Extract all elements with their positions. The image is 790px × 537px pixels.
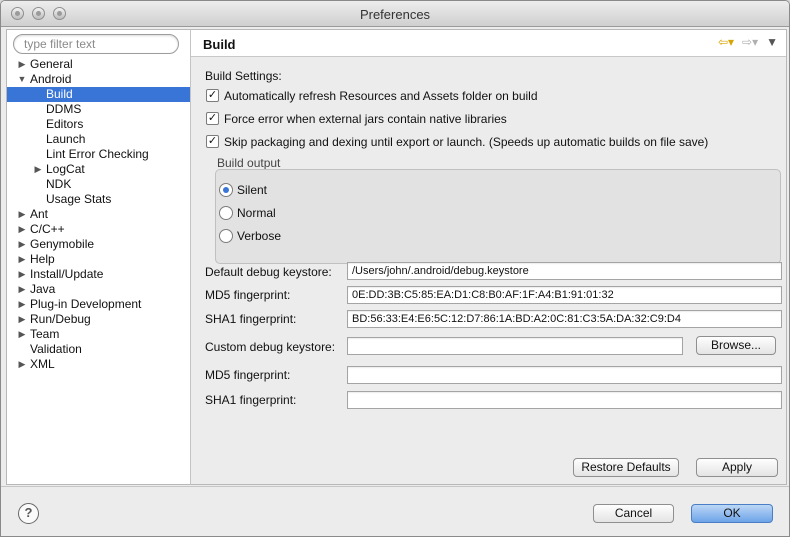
skip-packaging-label: Skip packaging and dexing until export o… xyxy=(224,135,709,149)
tree-item-build[interactable]: Build xyxy=(7,87,190,102)
tree-item-run-debug[interactable]: ▶ Run/Debug xyxy=(7,312,190,327)
tree-item-install-update[interactable]: ▶ Install/Update xyxy=(7,267,190,282)
back-arrow-icon[interactable]: ⇦▾ xyxy=(718,35,734,49)
verbose-radio[interactable] xyxy=(219,229,233,243)
tree-item-logcat[interactable]: ▶ LogCat xyxy=(7,162,190,177)
expand-arrow-icon[interactable]: ▶ xyxy=(17,207,27,222)
custom-keystore-field[interactable] xyxy=(347,337,683,355)
expand-arrow-icon[interactable]: ▶ xyxy=(17,237,27,252)
sha1-label: SHA1 fingerprint: xyxy=(205,312,297,326)
build-output-group: Silent Normal Verbose xyxy=(215,169,781,264)
sha1-field[interactable]: BD:56:33:E4:E6:5C:12:D7:86:1A:BD:A2:0C:8… xyxy=(347,310,782,328)
expand-arrow-icon[interactable]: ▶ xyxy=(17,267,27,282)
apply-button[interactable]: Apply xyxy=(696,458,778,477)
force-error-checkbox[interactable]: ✓ xyxy=(206,112,219,125)
expand-arrow-icon[interactable]: ▶ xyxy=(17,222,27,237)
tree-item-validation[interactable]: Validation xyxy=(7,342,190,357)
collapse-arrow-icon[interactable]: ▼ xyxy=(17,72,27,87)
tree-item-general[interactable]: ▶ General xyxy=(7,57,190,72)
expand-arrow-icon[interactable]: ▶ xyxy=(17,312,27,327)
page-title: Build xyxy=(203,37,236,52)
custom-keystore-label: Custom debug keystore: xyxy=(205,340,336,354)
restore-defaults-button[interactable]: Restore Defaults xyxy=(573,458,679,477)
tree-item-java[interactable]: ▶ Java xyxy=(7,282,190,297)
tree-item-launch[interactable]: Launch xyxy=(7,132,190,147)
view-menu-icon[interactable]: ▼ xyxy=(766,35,778,49)
silent-label: Silent xyxy=(237,183,268,197)
tree-item-ndk[interactable]: NDK xyxy=(7,177,190,192)
default-keystore-field[interactable]: /Users/john/.android/debug.keystore xyxy=(347,262,782,280)
tree-item-xml[interactable]: ▶ XML xyxy=(7,357,190,372)
normal-radio[interactable] xyxy=(219,206,233,220)
preference-tree: ▶ General ▼ Android Build DDMS Editors Lau… xyxy=(7,57,190,372)
build-preference-page: Build ⇦▾ ⇨▾ ▼ Build Settings: ✓ Automati… xyxy=(191,29,787,485)
custom-md5-field[interactable] xyxy=(347,366,782,384)
verbose-label: Verbose xyxy=(237,229,282,243)
tree-item-android[interactable]: ▼ Android xyxy=(7,72,190,87)
build-settings-label: Build Settings: xyxy=(205,69,282,83)
force-error-label: Force error when external jars contain n… xyxy=(224,112,507,126)
tree-item-help[interactable]: ▶ Help xyxy=(7,252,190,267)
tree-item-lint-error-checking[interactable]: Lint Error Checking xyxy=(7,147,190,162)
skip-packaging-checkbox[interactable]: ✓ xyxy=(206,135,219,148)
expand-arrow-icon[interactable]: ▶ xyxy=(17,297,27,312)
expand-arrow-icon[interactable]: ▶ xyxy=(17,357,27,372)
tree-item-team[interactable]: ▶ Team xyxy=(7,327,190,342)
tree-item-c-cpp[interactable]: ▶ C/C++ xyxy=(7,222,190,237)
dialog-button-bar: ? Cancel OK xyxy=(1,486,789,536)
tree-item-genymobile[interactable]: ▶ Genymobile xyxy=(7,237,190,252)
auto-refresh-label: Automatically refresh Resources and Asse… xyxy=(224,89,538,103)
expand-arrow-icon[interactable]: ▶ xyxy=(17,327,27,342)
filter-input[interactable] xyxy=(13,34,179,54)
cancel-button[interactable]: Cancel xyxy=(593,504,674,523)
tree-item-editors[interactable]: Editors xyxy=(7,117,190,132)
default-keystore-label: Default debug keystore: xyxy=(205,265,332,279)
custom-sha1-field[interactable] xyxy=(347,391,782,409)
auto-refresh-checkbox[interactable]: ✓ xyxy=(206,89,219,102)
build-output-label: Build output xyxy=(217,156,281,170)
normal-label: Normal xyxy=(237,206,276,220)
forward-arrow-icon[interactable]: ⇨▾ xyxy=(742,35,758,49)
tree-item-ant[interactable]: ▶ Ant xyxy=(7,207,190,222)
expand-arrow-icon[interactable]: ▶ xyxy=(17,252,27,267)
expand-arrow-icon[interactable]: ▶ xyxy=(17,57,27,72)
preferences-window: Preferences ▶General ▼Android Build DDMS… xyxy=(0,0,790,537)
page-header: Build ⇦▾ ⇨▾ ▼ xyxy=(191,30,786,57)
md5-label: MD5 fingerprint: xyxy=(205,288,291,302)
tree-item-usage-stats[interactable]: Usage Stats xyxy=(7,192,190,207)
custom-md5-label: MD5 fingerprint: xyxy=(205,368,291,382)
silent-radio[interactable] xyxy=(219,183,233,197)
expand-arrow-icon[interactable]: ▶ xyxy=(17,282,27,297)
help-icon[interactable]: ? xyxy=(18,503,39,524)
window-title: Preferences xyxy=(359,7,431,22)
page-nav-icons: ⇦▾ ⇨▾ ▼ xyxy=(718,35,778,49)
expand-arrow-icon[interactable]: ▶ xyxy=(33,162,43,177)
title-bar: Preferences xyxy=(1,1,789,27)
md5-field[interactable]: 0E:DD:3B:C5:85:EA:D1:C8:B0:AF:1F:A4:B1:9… xyxy=(347,286,782,304)
ok-button[interactable]: OK xyxy=(691,504,773,523)
browse-button[interactable]: Browse... xyxy=(696,336,776,355)
preference-tree-panel: ▶General ▼Android Build DDMS Editors Lau… xyxy=(6,29,191,485)
tree-item-ddms[interactable]: DDMS xyxy=(7,102,190,117)
tree-item-plugin-development[interactable]: ▶ Plug-in Development xyxy=(7,297,190,312)
custom-sha1-label: SHA1 fingerprint: xyxy=(205,393,297,407)
